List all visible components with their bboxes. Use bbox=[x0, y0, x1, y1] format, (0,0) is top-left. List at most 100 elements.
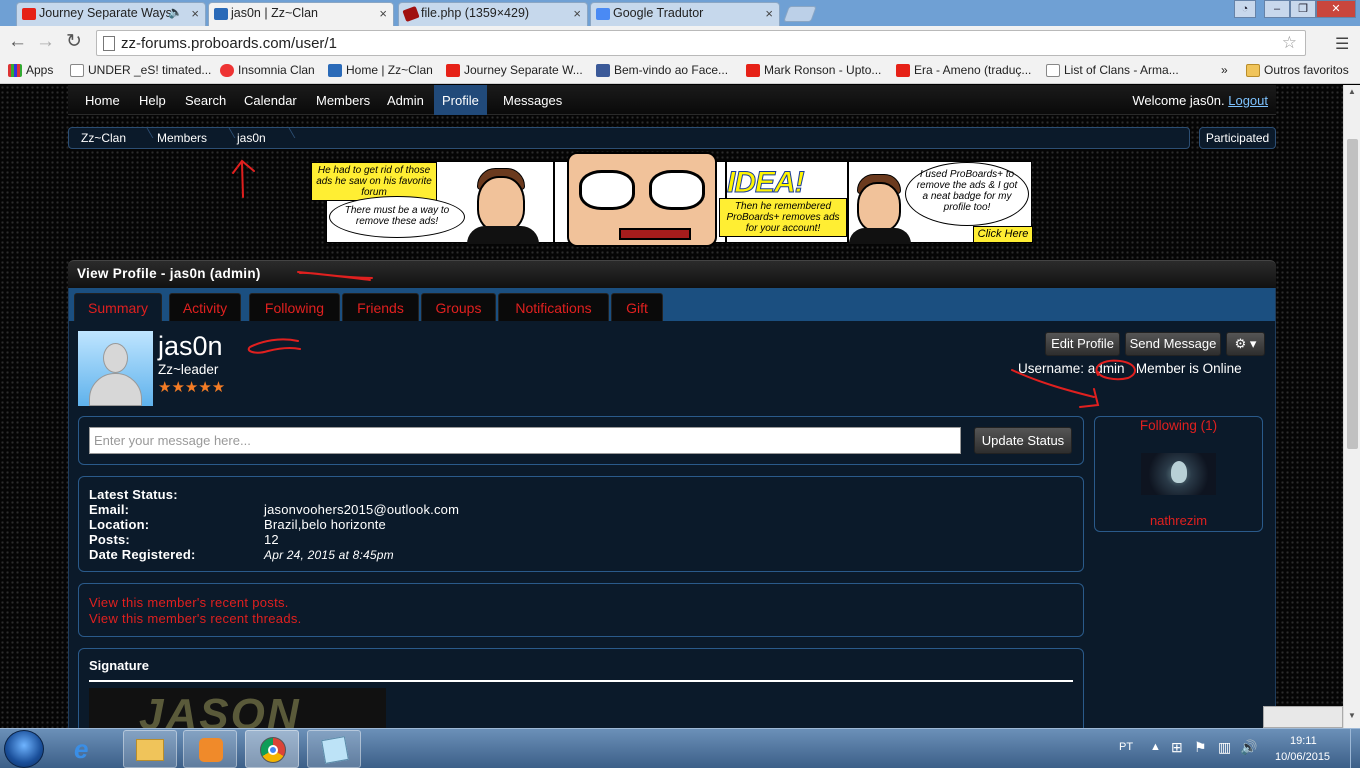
chrome-icon[interactable] bbox=[245, 730, 299, 768]
forward-arrow-icon[interactable]: → bbox=[36, 32, 55, 52]
breadcrumb-members[interactable]: Members bbox=[157, 131, 207, 145]
close-icon[interactable]: × bbox=[191, 6, 199, 21]
bookmarks-overflow-chevron[interactable]: » bbox=[1203, 63, 1228, 77]
bookmark-label: Home | Zz~Clan bbox=[346, 63, 433, 77]
close-icon[interactable]: × bbox=[379, 6, 387, 21]
network-icon[interactable]: ▥ bbox=[1218, 739, 1231, 756]
show-hidden-icons[interactable]: ▲ bbox=[1150, 741, 1161, 753]
tab-journey[interactable]: Journey Separate Ways 🔈 × bbox=[16, 2, 206, 26]
clock-time[interactable]: 19:11 bbox=[1290, 735, 1317, 747]
bookmark-list-of-clans[interactable]: List of Clans - Arma... bbox=[1046, 63, 1179, 77]
page-scrollbar[interactable]: ▲ ▼ bbox=[1343, 85, 1360, 728]
action-center-icon[interactable]: ⚑ bbox=[1194, 739, 1207, 756]
back-arrow-icon[interactable]: ← bbox=[8, 32, 27, 52]
bookmark-other-favorites[interactable]: Outros favoritos bbox=[1246, 63, 1349, 77]
recent-threads-link[interactable]: View this member's recent threads. bbox=[89, 611, 302, 626]
page-icon bbox=[70, 64, 84, 77]
restore-button[interactable]: ❐ bbox=[1290, 0, 1316, 18]
detail-label-registered: Date Registered: bbox=[89, 547, 196, 562]
nav-admin[interactable]: Admin bbox=[379, 85, 432, 115]
volume-icon[interactable]: 🔊 bbox=[1240, 739, 1257, 756]
tab-jas0n[interactable]: jas0n | Zz~Clan × bbox=[208, 2, 394, 26]
bookmark-label: Bem-vindo ao Face... bbox=[614, 63, 729, 77]
followed-user-name[interactable]: nathrezim bbox=[1095, 513, 1262, 528]
signature-title: Signature bbox=[89, 658, 149, 673]
details-panel bbox=[78, 476, 1084, 572]
bookmark-apps[interactable]: Apps bbox=[8, 63, 53, 77]
tab-google-tradutor[interactable]: Google Tradutor × bbox=[590, 2, 780, 26]
user-icon[interactable]: ◔ bbox=[1234, 0, 1256, 18]
bookmark-journey[interactable]: Journey Separate W... bbox=[446, 63, 583, 77]
nav-profile[interactable]: Profile bbox=[434, 85, 487, 115]
internet-explorer-icon[interactable]: e bbox=[62, 730, 116, 768]
tab-following[interactable]: Following bbox=[249, 293, 340, 321]
reload-icon[interactable]: ↻ bbox=[66, 32, 82, 52]
clock-date[interactable]: 10/06/2015 bbox=[1275, 751, 1330, 763]
bookmark-mark-ronson[interactable]: Mark Ronson - Upto... bbox=[746, 63, 881, 77]
following-title[interactable]: Following (1) bbox=[1095, 418, 1262, 433]
windows-flag-icon[interactable]: ⊞ bbox=[1171, 739, 1183, 756]
nav-calendar[interactable]: Calendar bbox=[236, 85, 305, 115]
window-close-button[interactable]: ✕ bbox=[1316, 0, 1356, 18]
start-button[interactable] bbox=[4, 730, 44, 768]
nav-messages[interactable]: Messages bbox=[495, 85, 570, 115]
send-message-button[interactable]: Send Message bbox=[1125, 332, 1221, 356]
youtube-icon bbox=[896, 64, 910, 77]
minimize-button[interactable]: – bbox=[1264, 0, 1290, 18]
username-label: Username: bbox=[1018, 361, 1085, 376]
breadcrumb-user[interactable]: jas0n bbox=[237, 131, 266, 145]
scroll-down-icon[interactable]: ▼ bbox=[1348, 711, 1356, 720]
bookmark-insomnia-clan[interactable]: Insomnia Clan bbox=[220, 63, 315, 77]
language-indicator[interactable]: PT bbox=[1119, 741, 1133, 753]
bookmark-star-icon[interactable]: ☆ bbox=[1282, 33, 1297, 53]
close-icon[interactable]: × bbox=[573, 6, 581, 21]
followed-user-avatar[interactable] bbox=[1141, 453, 1216, 495]
logout-link[interactable]: Logout bbox=[1228, 93, 1268, 108]
ad-caption: He had to get rid of those ads he saw on… bbox=[311, 162, 437, 201]
status-input[interactable] bbox=[89, 427, 961, 454]
display-name: jas0n bbox=[158, 331, 223, 361]
bookmark-label: List of Clans - Arma... bbox=[1064, 63, 1179, 77]
bookmark-era-ameno[interactable]: Era - Ameno (traduç... bbox=[896, 63, 1031, 77]
nav-home[interactable]: Home bbox=[77, 85, 128, 115]
participated-button[interactable]: Participated bbox=[1199, 127, 1276, 149]
tab-file-php[interactable]: file.php (1359×429) × bbox=[398, 2, 588, 26]
recent-posts-link[interactable]: View this member's recent posts. bbox=[89, 595, 289, 610]
tab-groups[interactable]: Groups bbox=[421, 293, 496, 321]
detail-value-email[interactable]: jasonvoohers2015@outlook.com bbox=[264, 502, 459, 517]
bookmark-home-zz-clan[interactable]: Home | Zz~Clan bbox=[328, 63, 433, 77]
url-text[interactable]: zz-forums.proboards.com/user/1 bbox=[121, 35, 337, 52]
edit-profile-button[interactable]: Edit Profile bbox=[1045, 332, 1120, 356]
bookmark-label: Outros favoritos bbox=[1264, 63, 1349, 77]
close-icon[interactable]: × bbox=[765, 6, 773, 21]
detail-value-registered: Apr 24, 2015 at 8:45pm bbox=[264, 548, 394, 562]
nav-members[interactable]: Members bbox=[308, 85, 378, 115]
address-bar[interactable]: zz-forums.proboards.com/user/1 ☆ bbox=[96, 30, 1306, 56]
tray-popup-icons[interactable] bbox=[1263, 706, 1343, 728]
bookmark-facebook[interactable]: Bem-vindo ao Face... bbox=[596, 63, 728, 77]
menu-icon[interactable]: ☰ bbox=[1335, 34, 1349, 54]
show-desktop-button[interactable] bbox=[1350, 729, 1360, 768]
media-player-icon[interactable] bbox=[183, 730, 237, 768]
tab-friends[interactable]: Friends bbox=[342, 293, 419, 321]
bookmark-under-es[interactable]: UNDER _eS! timated... bbox=[70, 63, 211, 77]
new-tab-button[interactable] bbox=[783, 6, 817, 22]
nav-search[interactable]: Search bbox=[177, 85, 234, 115]
file-explorer-icon[interactable] bbox=[123, 730, 177, 768]
breadcrumb-forum[interactable]: Zz~Clan bbox=[81, 131, 126, 145]
nav-help[interactable]: Help bbox=[131, 85, 174, 115]
proboards-ad-banner[interactable]: He had to get rid of those ads he saw on… bbox=[311, 152, 1033, 247]
tab-notifications[interactable]: Notifications bbox=[498, 293, 609, 321]
scroll-up-icon[interactable]: ▲ bbox=[1348, 87, 1356, 96]
gear-dropdown-button[interactable]: ⚙ ▾ bbox=[1226, 332, 1265, 356]
tab-gift[interactable]: Gift bbox=[611, 293, 663, 321]
ad-panel-2 bbox=[557, 152, 727, 247]
tab-activity[interactable]: Activity bbox=[169, 293, 241, 321]
tab-summary[interactable]: Summary bbox=[74, 293, 162, 321]
ad-click-here-button[interactable]: Click Here bbox=[973, 226, 1033, 243]
speaker-icon[interactable]: 🔈 bbox=[168, 5, 183, 19]
scrollbar-thumb[interactable] bbox=[1347, 139, 1358, 449]
update-status-button[interactable]: Update Status bbox=[974, 427, 1072, 454]
ad-idea-text: IDEA! bbox=[727, 166, 806, 200]
notepad-icon[interactable] bbox=[307, 730, 361, 768]
